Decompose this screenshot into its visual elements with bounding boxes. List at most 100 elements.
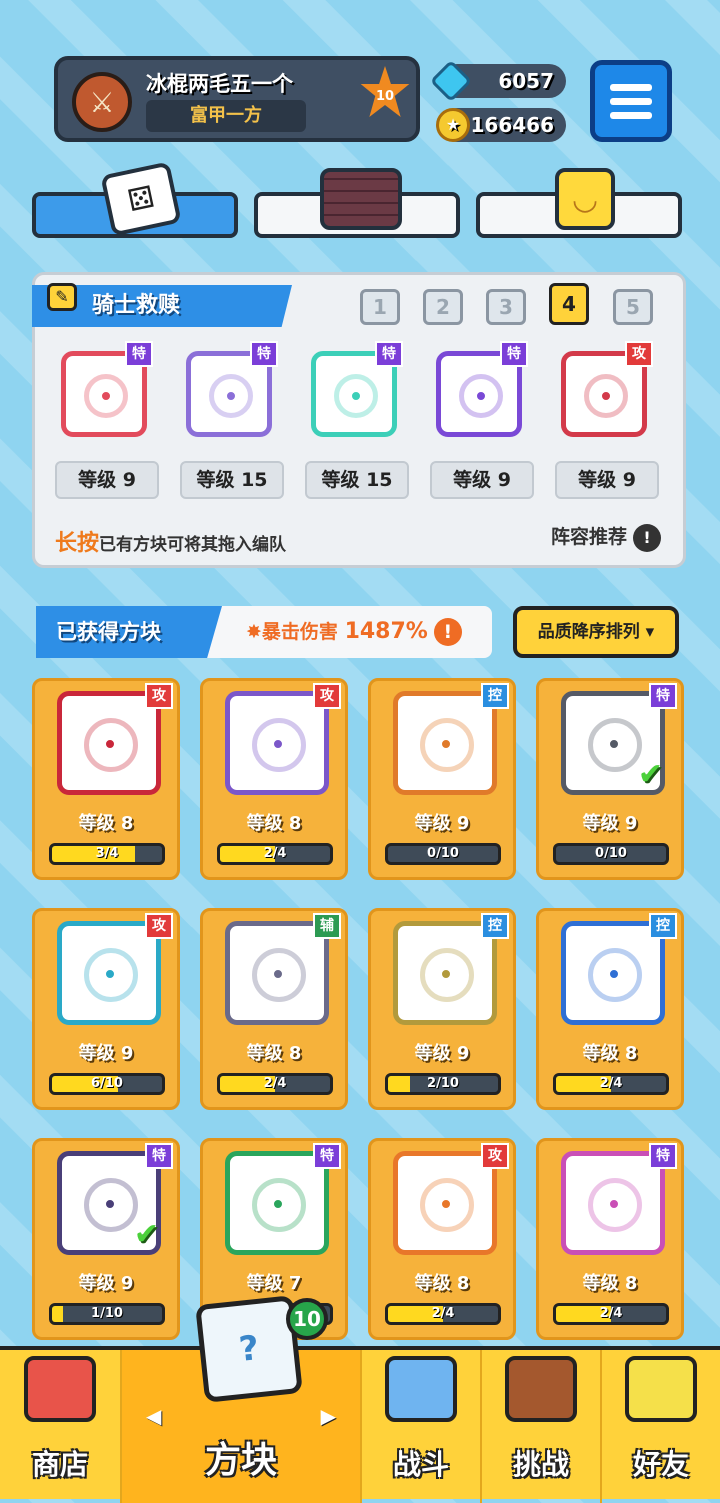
block-card[interactable]: 攻等级 8 2/4 xyxy=(200,678,348,880)
type-badge: 特 xyxy=(500,341,528,367)
team-card[interactable]: 特 xyxy=(428,341,528,443)
block-card[interactable]: 特 ✔ 等级 9 0/10 xyxy=(536,678,684,880)
coin-count: 166466 xyxy=(470,113,555,137)
block-card[interactable]: 攻等级 9 6/10 xyxy=(32,908,180,1110)
block-card[interactable]: 特等级 8 2/4 xyxy=(536,1138,684,1340)
check-icon: ✔ xyxy=(133,1217,159,1252)
type-badge: 攻 xyxy=(481,1143,509,1169)
nav-shop-label: 商店 xyxy=(31,1448,88,1481)
signboard-icon xyxy=(505,1356,577,1422)
tab-dice[interactable]: ⚄ xyxy=(32,161,238,238)
sort-dropdown[interactable]: 品质降序排列 ▾ xyxy=(513,606,679,658)
nav-blocks-label: 方块 xyxy=(204,1440,277,1481)
team-card[interactable]: 特 xyxy=(53,341,153,443)
block-level: 等级 8 xyxy=(582,1043,638,1064)
block-level: 等级 8 xyxy=(582,1273,638,1294)
progress-text: 2/10 xyxy=(427,1076,459,1091)
player-profile[interactable]: ⚔ 冰棍两毛五一个 富甲一方 10 xyxy=(54,56,420,142)
team-slot-1[interactable]: 1 xyxy=(360,289,400,325)
tab-face[interactable]: ◡ xyxy=(476,168,682,238)
type-badge: 攻 xyxy=(145,683,173,709)
upgrade-progress-bar: 2/10 xyxy=(385,1073,501,1095)
crit-label: 暴击伤害 xyxy=(261,621,338,643)
team-card[interactable]: 攻 xyxy=(553,341,653,443)
edit-pencil-icon[interactable]: ✎ xyxy=(47,283,77,311)
obtained-header: 已获得方块 ✸暴击伤害 1487%! xyxy=(36,606,492,658)
gem-counter[interactable]: 6057 xyxy=(429,59,566,103)
progress-text: 2/4 xyxy=(431,1306,455,1321)
menu-icon-bar xyxy=(610,111,652,119)
type-badge: 特 xyxy=(313,1143,341,1169)
team-card-level: 等级 9 xyxy=(55,461,159,499)
avatar-sword-icon: ⚔ xyxy=(72,72,132,132)
type-badge: 特 xyxy=(125,341,153,367)
upgrade-progress-bar: 0/10 xyxy=(553,843,669,865)
upgrade-progress-bar: 2/4 xyxy=(217,843,333,865)
progress-text: 6/10 xyxy=(91,1076,123,1091)
nav-challenge[interactable]: 挑战 xyxy=(480,1350,600,1503)
upgrade-progress-bar: 2/4 xyxy=(553,1303,669,1325)
block-level: 等级 9 xyxy=(78,1043,134,1064)
block-card[interactable]: 特 ✔ 等级 9 1/10 xyxy=(32,1138,180,1340)
block-level: 等级 8 xyxy=(414,1273,470,1294)
menu-button[interactable] xyxy=(590,60,672,142)
block-card[interactable]: 辅等级 8 2/4 xyxy=(200,908,348,1110)
type-badge: 特 xyxy=(649,1143,677,1169)
info-icon: ! xyxy=(633,524,661,552)
team-card[interactable]: 特 xyxy=(178,341,278,443)
nav-friends-label: 好友 xyxy=(632,1448,689,1481)
rank-star-icon: 10 xyxy=(360,66,410,117)
block-card[interactable]: 控等级 9 0/10 xyxy=(368,678,516,880)
crit-damage[interactable]: ✸暴击伤害 1487%! xyxy=(246,606,462,658)
bottom-nav: 商店 ◀ ▶ 方块 战斗 挑战 好友 xyxy=(0,1346,720,1503)
nav-shop[interactable]: 商店 xyxy=(0,1350,120,1503)
team-card-level: 等级 15 xyxy=(305,461,409,499)
gem-icon xyxy=(429,59,473,103)
upgrade-progress-bar: 2/4 xyxy=(385,1303,501,1325)
shield-sword-icon xyxy=(385,1356,457,1422)
type-badge: 控 xyxy=(481,683,509,709)
type-badge: 攻 xyxy=(313,683,341,709)
board-icon xyxy=(320,168,402,230)
type-badge: 特 xyxy=(375,341,403,367)
recommend-button[interactable]: 阵容推荐! xyxy=(551,523,661,552)
upgrade-progress-bar: 6/10 xyxy=(49,1073,165,1095)
team-card[interactable]: 特 xyxy=(303,341,403,443)
upgrade-progress-bar: 2/4 xyxy=(217,1073,333,1095)
dice-icon: ⚄ xyxy=(100,161,182,237)
block-level: 等级 9 xyxy=(414,813,470,834)
obtained-title: 已获得方块 xyxy=(36,606,222,658)
crit-value: 1487% xyxy=(344,619,428,644)
burst-icon: ✸ xyxy=(246,621,262,643)
progress-text: 2/4 xyxy=(599,1076,623,1091)
friend-icon xyxy=(625,1356,697,1422)
team-slot-2[interactable]: 2 xyxy=(423,289,463,325)
hint-bold: 长按 xyxy=(55,531,100,556)
block-card[interactable]: 攻等级 8 3/4 xyxy=(32,678,180,880)
shop-icon xyxy=(24,1356,96,1422)
progress-text: 2/4 xyxy=(263,1076,287,1091)
type-badge: 特 xyxy=(250,341,278,367)
team-card-level: 等级 15 xyxy=(180,461,284,499)
nav-friends[interactable]: 好友 xyxy=(600,1350,720,1503)
team-slot-5[interactable]: 5 xyxy=(613,289,653,325)
block-card[interactable]: 控等级 9 2/10 xyxy=(368,908,516,1110)
coin-counter[interactable]: ★ 166466 xyxy=(436,108,566,142)
block-card[interactable]: 攻等级 8 2/4 xyxy=(368,1138,516,1340)
team-slot-4[interactable]: 4 xyxy=(549,283,589,325)
progress-text: 3/4 xyxy=(95,846,119,861)
tab-board[interactable] xyxy=(254,168,460,238)
block-card[interactable]: 控等级 8 2/4 xyxy=(536,908,684,1110)
type-badge: 特 xyxy=(649,683,677,709)
arrow-left-icon[interactable]: ◀ xyxy=(146,1404,161,1428)
type-badge: 控 xyxy=(649,913,677,939)
progress-text: 0/10 xyxy=(595,846,627,861)
type-badge: 控 xyxy=(481,913,509,939)
drag-hint: 长按已有方块可将其拖入编队 xyxy=(55,525,286,557)
arrow-right-icon[interactable]: ▶ xyxy=(321,1404,336,1428)
block-level: 等级 7 xyxy=(246,1273,302,1294)
team-slot-3[interactable]: 3 xyxy=(486,289,526,325)
nav-battle[interactable]: 战斗 xyxy=(360,1350,480,1503)
progress-text: 0/10 xyxy=(427,846,459,861)
upgrade-progress-bar: 3/4 xyxy=(49,843,165,865)
